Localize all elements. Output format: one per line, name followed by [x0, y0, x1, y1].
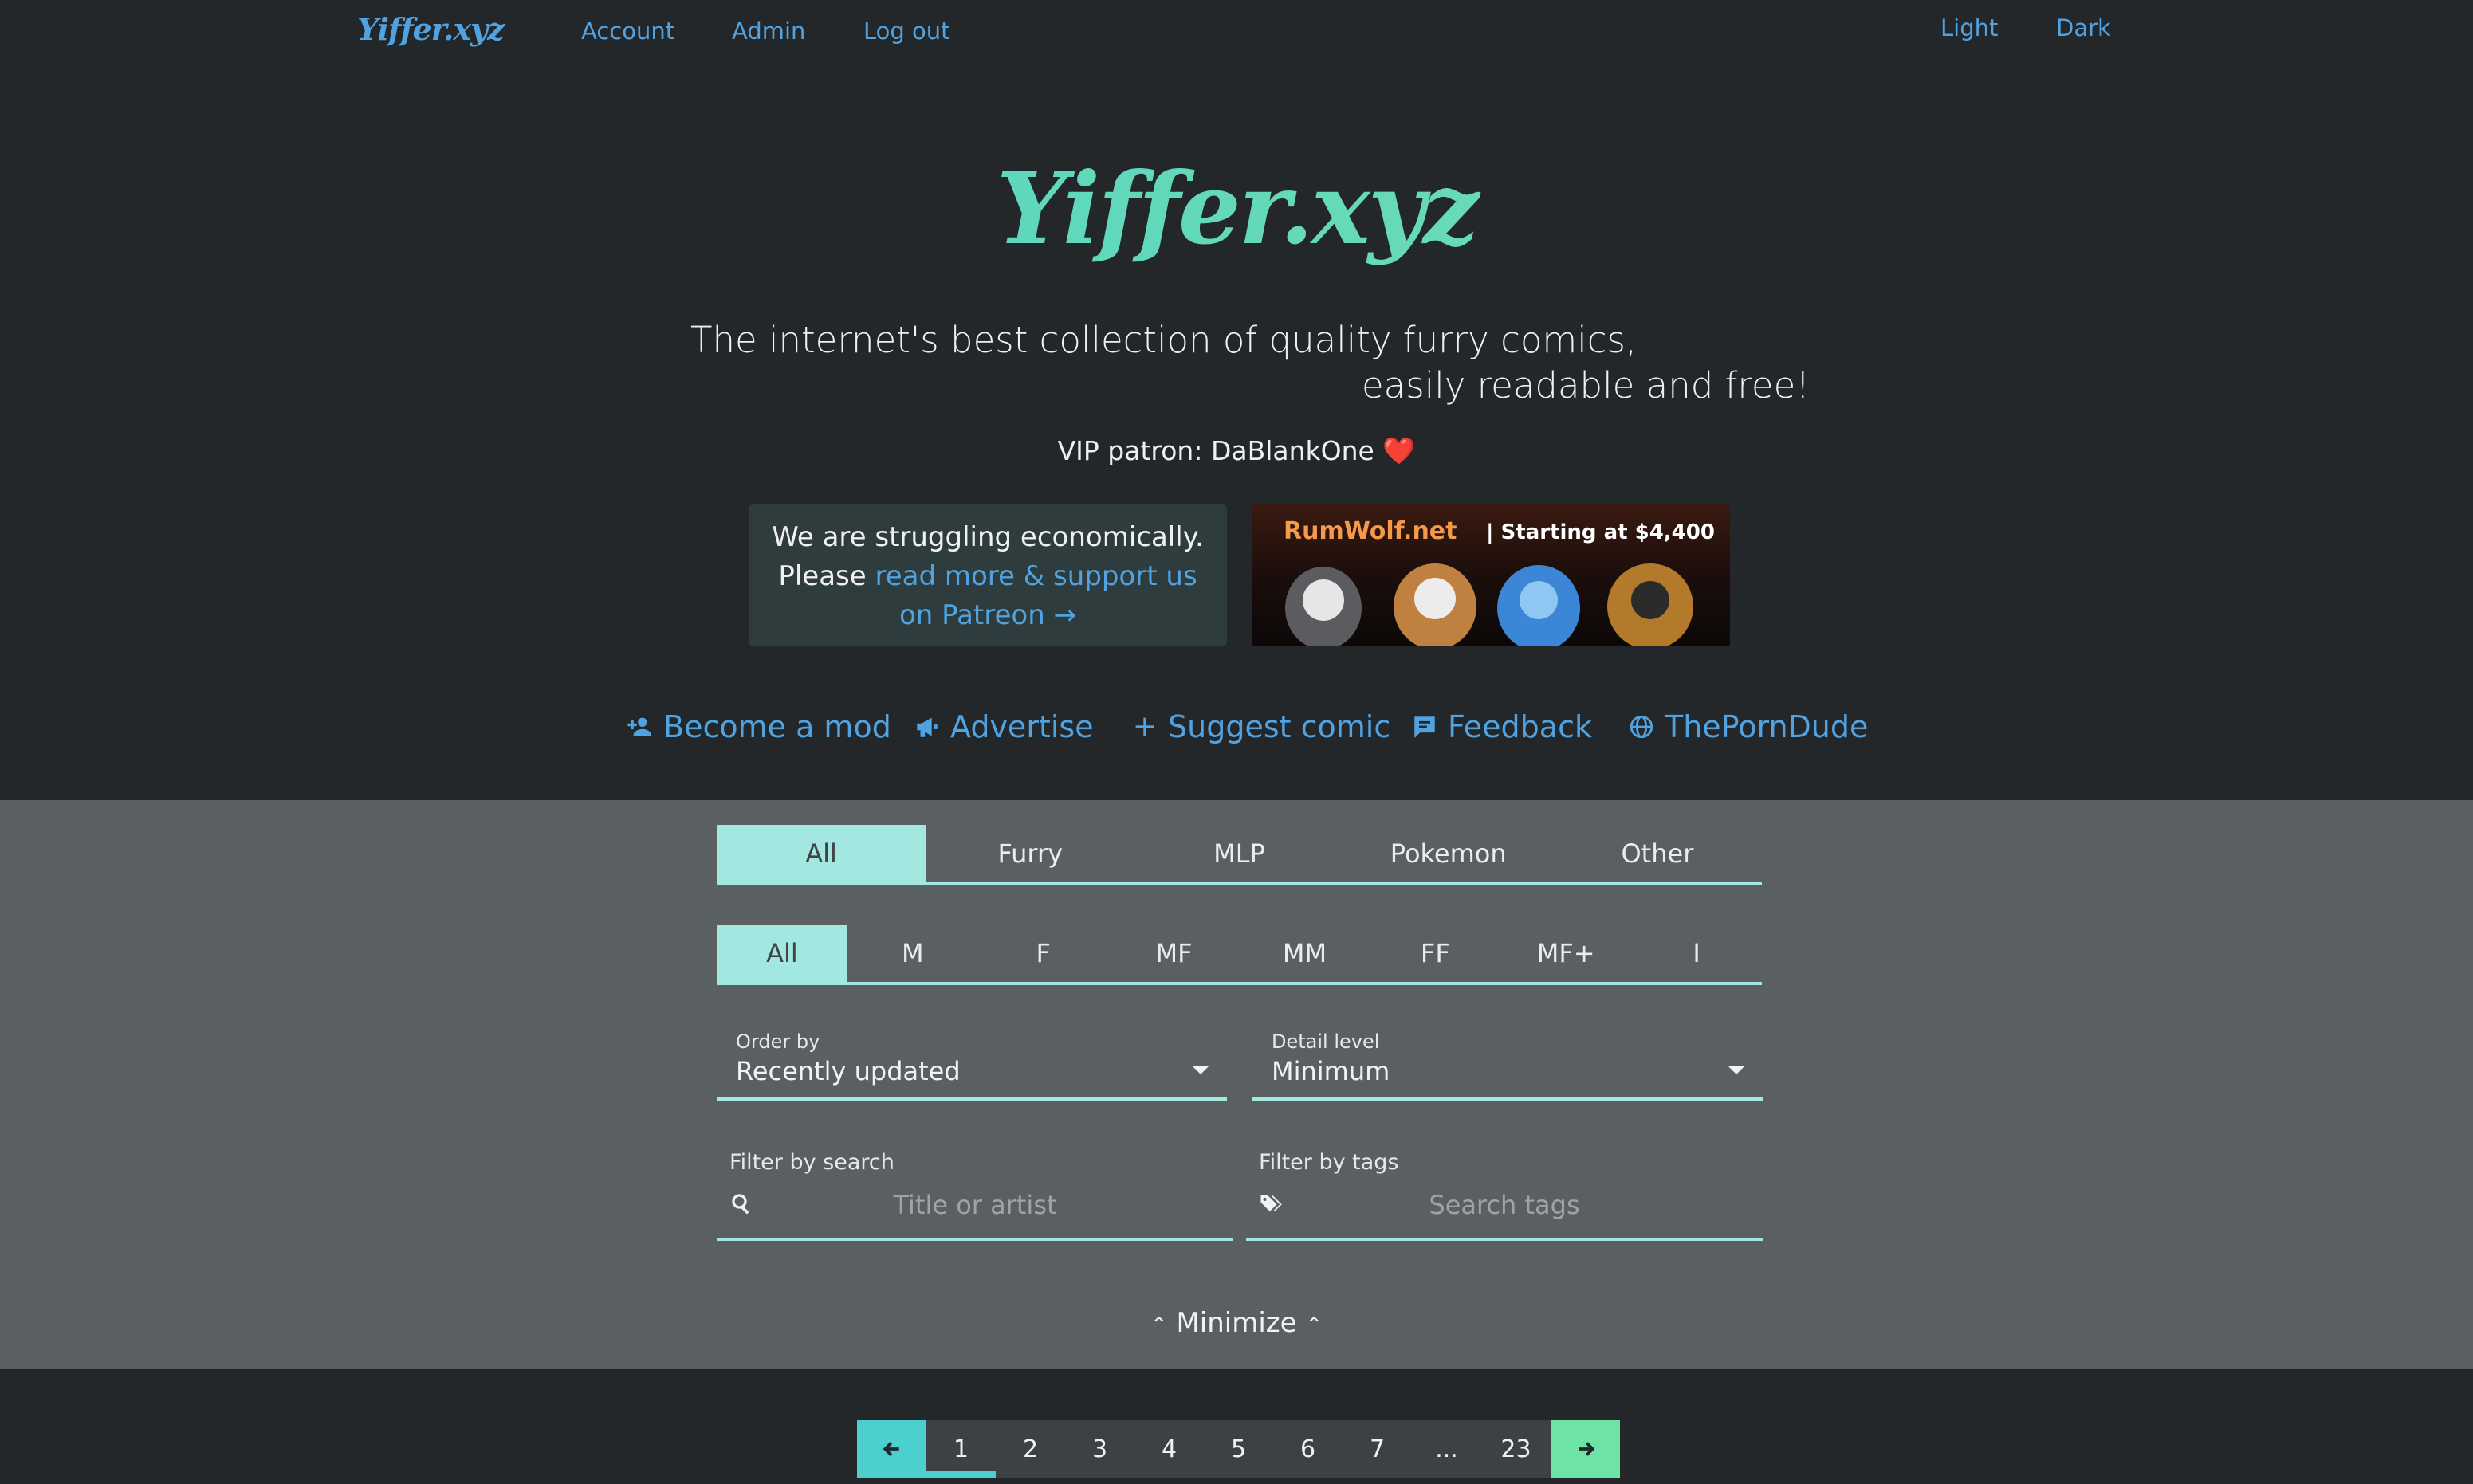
nav-account-link[interactable]: Account — [581, 18, 674, 45]
search-placeholder: Title or artist — [893, 1190, 1057, 1220]
feedback-icon — [1414, 716, 1435, 739]
nav-admin-link[interactable]: Admin — [732, 18, 805, 45]
pagination: 1 2 3 4 5 6 7 ... 23 — [857, 1420, 1620, 1478]
ad-banner[interactable]: RumWolf.net | Starting at $4,400 — [1252, 504, 1730, 646]
nav-logo[interactable]: Yiffer.xyz — [357, 11, 505, 47]
filter-panel — [0, 800, 2473, 1369]
notice-please: Please — [778, 560, 875, 592]
tab-tag-f[interactable]: F — [978, 925, 1109, 982]
feedback-label: Feedback — [1448, 709, 1592, 744]
tab-tag-m[interactable]: M — [847, 925, 978, 982]
patreon-link[interactable]: read more & support us on Patreon → — [875, 560, 1197, 631]
detail-level-value: Minimum — [1272, 1056, 1390, 1086]
page-button[interactable]: 7 — [1343, 1420, 1412, 1478]
order-by-value: Recently updated — [736, 1056, 961, 1086]
tab-tag-mf[interactable]: MF — [1109, 925, 1240, 982]
theme-dark-link[interactable]: Dark — [2056, 14, 2111, 41]
search-label: Filter by search — [729, 1150, 894, 1175]
tags-label: Filter by tags — [1259, 1150, 1399, 1175]
chevron-up-icon: ⌃ — [1150, 1313, 1168, 1337]
suggest-comic-link[interactable]: Suggest comic — [1131, 709, 1390, 744]
minimize-label: Minimize — [1176, 1307, 1297, 1339]
become-mod-link[interactable]: Become a mod — [627, 709, 891, 744]
theporndude-label: ThePornDude — [1665, 709, 1869, 744]
tab-mlp[interactable]: MLP — [1134, 825, 1343, 882]
advertise-link[interactable]: Advertise — [914, 709, 1094, 744]
tab-tag-i[interactable]: I — [1631, 925, 1762, 982]
site-title: Yiffer.xyz — [0, 151, 2473, 267]
tab-tag-all[interactable]: All — [717, 925, 847, 982]
tagline-line2: easily readable and free! — [1362, 364, 1811, 406]
tab-tag-ff[interactable]: FF — [1370, 925, 1500, 982]
category-tabs: All Furry MLP Pokemon Other — [717, 825, 1762, 885]
page-button[interactable]: 1 — [926, 1420, 996, 1478]
page-button[interactable]: 23 — [1481, 1420, 1551, 1478]
suggest-comic-label: Suggest comic — [1168, 709, 1391, 744]
notice-text: We are struggling economically. — [772, 521, 1204, 553]
order-by-select[interactable]: Order by Recently updated — [717, 1024, 1227, 1101]
page-ellipsis: ... — [1412, 1420, 1481, 1478]
ad-price: | Starting at $4,400 — [1486, 520, 1715, 544]
chevron-up-icon: ⌃ — [1305, 1313, 1323, 1337]
globe-icon — [1630, 715, 1653, 739]
tab-all-categories[interactable]: All — [717, 825, 926, 882]
patreon-notice: We are struggling economically. Please r… — [749, 504, 1227, 646]
plus-icon — [1135, 717, 1154, 736]
megaphone-icon — [917, 717, 938, 737]
become-mod-label: Become a mod — [663, 709, 891, 744]
tab-tag-mm[interactable]: MM — [1240, 925, 1370, 982]
detail-level-select[interactable]: Detail level Minimum — [1252, 1024, 1763, 1101]
theme-light-link[interactable]: Light — [1940, 14, 1998, 41]
feedback-link[interactable]: Feedback — [1411, 709, 1592, 744]
search-input[interactable]: Filter by search Title or artist — [717, 1142, 1233, 1241]
ad-brand: RumWolf.net — [1284, 517, 1457, 545]
advertise-label: Advertise — [950, 709, 1094, 744]
chevron-down-icon — [1728, 1066, 1745, 1074]
arrow-left-icon — [883, 1442, 899, 1456]
tab-furry[interactable]: Furry — [926, 825, 1134, 882]
page-button[interactable]: 3 — [1065, 1420, 1134, 1478]
tab-tag-mf-plus[interactable]: MF+ — [1500, 925, 1631, 982]
tab-pokemon[interactable]: Pokemon — [1344, 825, 1553, 882]
detail-level-label: Detail level — [1272, 1031, 1380, 1053]
vip-patron: VIP patron: DaBlankOne ❤️ — [1057, 435, 1416, 466]
next-page-button[interactable] — [1551, 1420, 1620, 1478]
page-button[interactable]: 5 — [1204, 1420, 1273, 1478]
tags-placeholder: Search tags — [1429, 1190, 1580, 1220]
minimize-button[interactable]: ⌃ Minimize ⌃ — [0, 1307, 2473, 1339]
page-button[interactable]: 2 — [996, 1420, 1065, 1478]
theporndude-link[interactable]: ThePornDude — [1628, 709, 1868, 744]
tagline-line1: The internet's best collection of qualit… — [690, 319, 1638, 361]
tag-tabs: All M F MF MM FF MF+ I — [717, 925, 1762, 985]
page-button[interactable]: 4 — [1134, 1420, 1204, 1478]
prev-page-button[interactable] — [857, 1420, 926, 1478]
tags-input[interactable]: Filter by tags Search tags — [1246, 1142, 1763, 1241]
ad-fursuits-image — [1285, 563, 1693, 646]
arrow-right-icon — [1578, 1442, 1594, 1456]
add-user-icon — [627, 717, 652, 736]
tab-other[interactable]: Other — [1553, 825, 1762, 882]
page-button[interactable]: 6 — [1273, 1420, 1343, 1478]
nav-logout-link[interactable]: Log out — [863, 18, 950, 45]
order-by-label: Order by — [736, 1031, 820, 1053]
chevron-down-icon — [1192, 1066, 1209, 1074]
